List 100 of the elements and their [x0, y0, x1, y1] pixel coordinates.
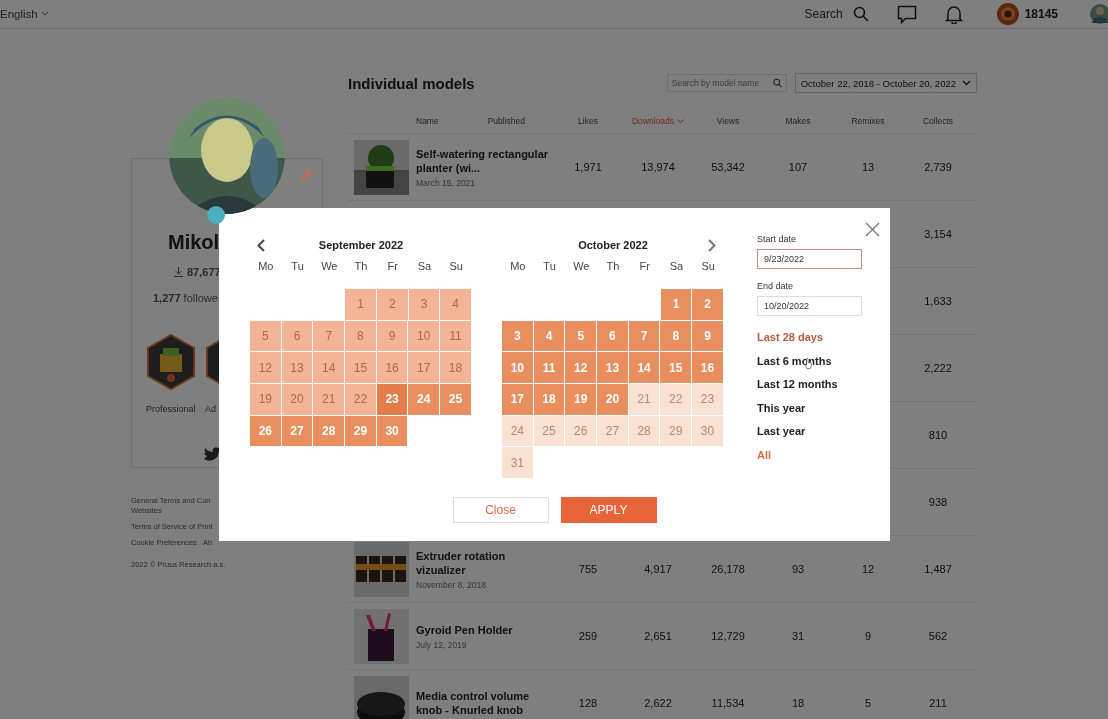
calendar-day[interactable]: 17: [408, 352, 440, 384]
column-header[interactable]: Makes: [763, 115, 833, 126]
calendar-day[interactable]: 19: [250, 384, 281, 415]
badge-icon[interactable]: [146, 334, 196, 390]
table-cell: 259: [578, 630, 598, 642]
calendar-day[interactable]: 30: [376, 415, 408, 447]
field-label: End date: [757, 281, 795, 291]
model-name[interactable]: Extruder rotation vizualizer: [416, 548, 553, 577]
previous-month-icon[interactable]: [257, 239, 265, 252]
column-header[interactable]: Collects: [903, 115, 973, 126]
calendar-day[interactable]: 2: [692, 289, 723, 320]
table-cell: 562: [928, 630, 948, 642]
calendar-day[interactable]: 3: [502, 320, 533, 352]
calendar-day[interactable]: 8: [660, 320, 692, 352]
calendar-day[interactable]: 19: [565, 384, 597, 415]
calendar-day[interactable]: 13: [281, 352, 313, 384]
calendar-day[interactable]: 10: [408, 320, 440, 352]
calendar-day[interactable]: 23: [376, 384, 408, 415]
calendar-day[interactable]: 24: [408, 384, 440, 415]
table-cell: 12: [861, 563, 875, 575]
next-month-icon[interactable]: [708, 239, 716, 252]
date-field[interactable]: 9/23/2022: [757, 249, 862, 269]
user-avatar-icon[interactable]: [1090, 3, 1108, 25]
calendar-day[interactable]: 4: [440, 289, 471, 320]
search-icon: [772, 78, 782, 88]
calendar-day[interactable]: 15: [660, 352, 692, 384]
preset-link[interactable]: Last 28 days: [757, 330, 867, 345]
column-header[interactable]: Name: [416, 115, 439, 126]
calendar-day[interactable]: 15: [345, 352, 376, 384]
month-title: September 2022: [318, 239, 404, 251]
calendar-day[interactable]: 18: [440, 352, 471, 384]
calendar-day[interactable]: 13: [597, 352, 628, 384]
search-button[interactable]: Search: [804, 7, 843, 21]
calendar-day[interactable]: 10: [502, 352, 533, 384]
calendar-day[interactable]: 12: [565, 352, 597, 384]
close-button[interactable]: Close: [452, 497, 549, 523]
calendar-day[interactable]: 25: [440, 384, 471, 415]
calendar-day[interactable]: 29: [345, 415, 376, 447]
calendar-day[interactable]: 18: [533, 384, 565, 415]
weekday-label: Su: [700, 260, 716, 274]
field-label: Start date: [757, 234, 798, 244]
close-icon[interactable]: [865, 222, 880, 237]
twitter-icon[interactable]: [203, 447, 221, 462]
preset-link[interactable]: Last 12 months: [757, 377, 867, 392]
calendar-day[interactable]: 22: [345, 384, 376, 415]
calendar-day[interactable]: 5: [250, 320, 281, 352]
calendar-day[interactable]: 20: [281, 384, 313, 415]
calendar-day[interactable]: 17: [502, 384, 533, 415]
calendar-day[interactable]: 11: [440, 320, 471, 352]
calendar-day[interactable]: 7: [313, 320, 345, 352]
calendar-day[interactable]: 1: [660, 289, 692, 320]
preset-link[interactable]: All: [757, 447, 867, 463]
profile-name: Mikol: [168, 231, 220, 253]
calendar-day[interactable]: 4: [533, 320, 565, 352]
column-header[interactable]: Remixes: [833, 115, 903, 126]
calendar-day[interactable]: 16: [376, 352, 408, 384]
chat-icon[interactable]: [896, 4, 917, 24]
calendar-day[interactable]: 28: [313, 415, 345, 447]
badge-label: Ad: [205, 404, 216, 414]
preset-link[interactable]: Last year: [757, 424, 867, 439]
calendar-day[interactable]: 3: [408, 289, 440, 320]
calendar-day[interactable]: 12: [250, 352, 281, 384]
calendar-day[interactable]: 6: [597, 320, 628, 352]
calendar-day[interactable]: 11: [533, 352, 565, 384]
search-icon[interactable]: [852, 6, 869, 22]
calendar-day[interactable]: 16: [692, 352, 723, 384]
table-cell: 1,487: [924, 563, 952, 575]
table-cell: 31: [791, 630, 805, 642]
calendar-day[interactable]: 26: [250, 415, 281, 447]
date-range-dropdown[interactable]: October 22, 2018 - October 20, 2022: [794, 73, 977, 93]
calendar-day[interactable]: 6: [281, 320, 313, 352]
column-header[interactable]: Published: [487, 115, 526, 126]
preset-link[interactable]: This year: [757, 400, 867, 416]
caret-icon: [40, 11, 49, 17]
avatar-icon[interactable]: [996, 3, 1019, 25]
bell-icon[interactable]: [944, 4, 963, 24]
calendar-day[interactable]: 7: [628, 320, 660, 352]
calendar-day[interactable]: 8: [345, 320, 376, 352]
weekday-label: Th: [605, 260, 621, 274]
table-cell: 18: [791, 697, 805, 709]
language-selector[interactable]: English: [0, 8, 49, 20]
column-header[interactable]: Likes: [553, 115, 623, 126]
column-header[interactable]: Downloads: [623, 115, 693, 126]
model-name[interactable]: Self-watering rectangular planter (wi...: [416, 146, 553, 175]
calendar-day[interactable]: 2: [376, 289, 408, 320]
table-cell: 211: [929, 697, 947, 709]
apply-button[interactable]: APPLY: [560, 497, 657, 523]
calendar-day[interactable]: 14: [313, 352, 345, 384]
date-field[interactable]: 10/20/2022: [757, 296, 862, 316]
calendar-day[interactable]: 20: [597, 384, 628, 415]
model-name[interactable]: Gyroid Pen Holder: [416, 622, 553, 637]
calendar-day[interactable]: 1: [345, 289, 376, 320]
column-header[interactable]: Views: [693, 115, 763, 126]
calendar-day[interactable]: 21: [313, 384, 345, 415]
calendar-day[interactable]: 14: [628, 352, 660, 384]
calendar-day[interactable]: 9: [692, 320, 723, 352]
calendar-day[interactable]: 5: [565, 320, 597, 352]
calendar-day[interactable]: 27: [281, 415, 313, 447]
calendar-day[interactable]: 9: [376, 320, 408, 352]
model-name[interactable]: Media control volume knob - Knurled knob: [416, 689, 553, 717]
